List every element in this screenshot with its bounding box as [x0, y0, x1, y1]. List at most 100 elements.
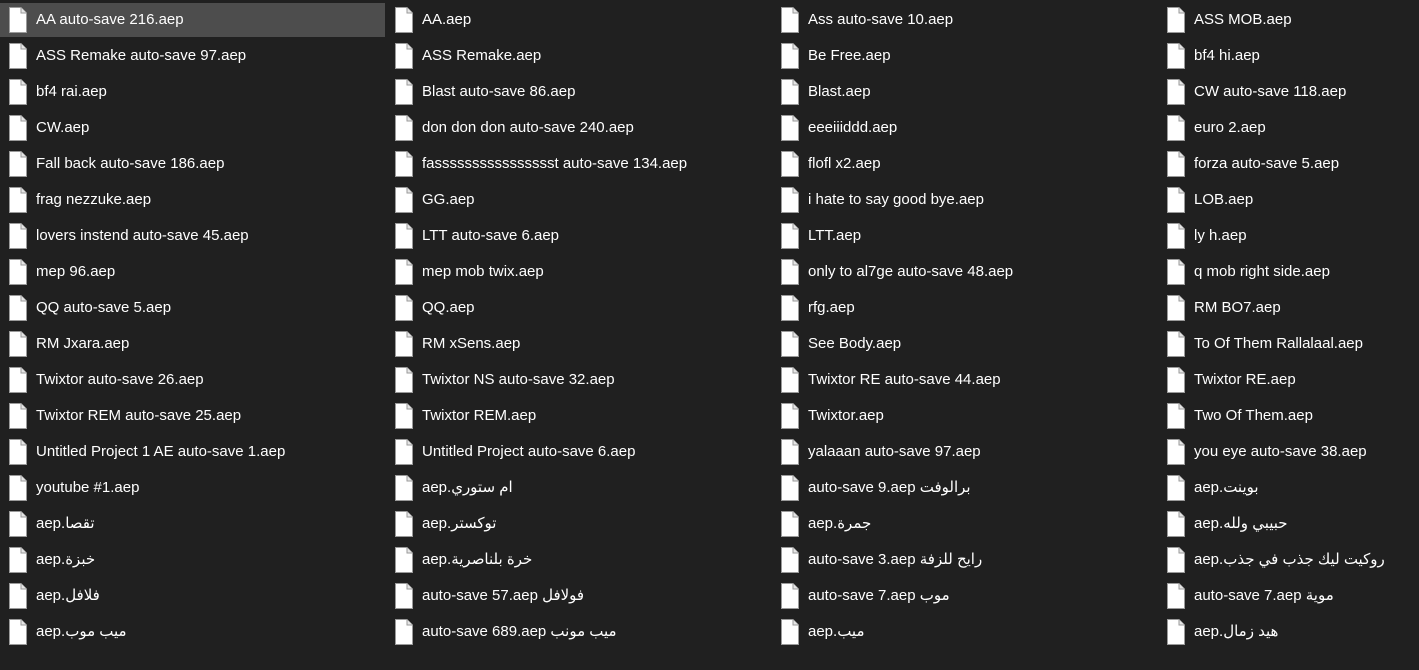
- file-item[interactable]: QQ.aep: [386, 291, 772, 325]
- file-item[interactable]: بوينت.aep: [1158, 471, 1419, 505]
- document-icon: [394, 258, 414, 286]
- file-item[interactable]: ly h.aep: [1158, 219, 1419, 253]
- file-item[interactable]: LOB.aep: [1158, 183, 1419, 217]
- file-item[interactable]: you eye auto-save 38.aep: [1158, 435, 1419, 469]
- file-item[interactable]: forza auto-save 5.aep: [1158, 147, 1419, 181]
- file-item[interactable]: Twixtor.aep: [772, 399, 1158, 433]
- document-icon: [8, 618, 28, 646]
- document-icon: [394, 78, 414, 106]
- file-item[interactable]: فولافل auto-save 57.aep: [386, 579, 772, 613]
- file-item[interactable]: توكستر.aep: [386, 507, 772, 541]
- file-item[interactable]: رايح للزفة auto-save 3.aep: [772, 543, 1158, 577]
- file-item[interactable]: fasssssssssssssssst auto-save 134.aep: [386, 147, 772, 181]
- document-icon: [8, 546, 28, 574]
- file-item[interactable]: AA.aep: [386, 3, 772, 37]
- file-name: Twixtor auto-save 26.aep: [36, 371, 204, 388]
- document-icon: [394, 6, 414, 34]
- document-icon: [8, 78, 28, 106]
- file-item[interactable]: GG.aep: [386, 183, 772, 217]
- file-item[interactable]: RM xSens.aep: [386, 327, 772, 361]
- file-item[interactable]: ميب مونب auto-save 689.aep: [386, 615, 772, 649]
- file-item[interactable]: frag nezzuke.aep: [0, 183, 386, 217]
- file-item[interactable]: برالوفت auto-save 9.aep: [772, 471, 1158, 505]
- document-icon: [8, 474, 28, 502]
- document-icon: [780, 114, 800, 142]
- file-item[interactable]: QQ auto-save 5.aep: [0, 291, 386, 325]
- file-item[interactable]: Twixtor REM auto-save 25.aep: [0, 399, 386, 433]
- file-item[interactable]: rfg.aep: [772, 291, 1158, 325]
- file-item[interactable]: don don don auto-save 240.aep: [386, 111, 772, 145]
- file-item[interactable]: موب auto-save 7.aep: [772, 579, 1158, 613]
- file-item[interactable]: Twixtor REM.aep: [386, 399, 772, 433]
- file-item[interactable]: تقصا.aep: [0, 507, 386, 541]
- file-item[interactable]: CW auto-save 118.aep: [1158, 75, 1419, 109]
- document-icon: [780, 330, 800, 358]
- file-item[interactable]: ASS Remake.aep: [386, 39, 772, 73]
- file-item[interactable]: bf4 hi.aep: [1158, 39, 1419, 73]
- file-item[interactable]: Twixtor auto-save 26.aep: [0, 363, 386, 397]
- file-name: LTT auto-save 6.aep: [422, 227, 560, 244]
- file-name: خرة بلناصرية.aep: [422, 551, 533, 568]
- document-icon: [8, 6, 28, 34]
- file-item[interactable]: خرة بلناصرية.aep: [386, 543, 772, 577]
- file-item[interactable]: See Body.aep: [772, 327, 1158, 361]
- file-item[interactable]: bf4 rai.aep: [0, 75, 386, 109]
- file-item[interactable]: فلافل.aep: [0, 579, 386, 613]
- file-item[interactable]: ASS MOB.aep: [1158, 3, 1419, 37]
- document-icon: [394, 186, 414, 214]
- file-item[interactable]: ميب.aep: [772, 615, 1158, 649]
- file-item[interactable]: Twixtor RE.aep: [1158, 363, 1419, 397]
- file-item[interactable]: موية auto-save 7.aep: [1158, 579, 1419, 613]
- document-icon: [8, 294, 28, 322]
- file-item[interactable]: Ass auto-save 10.aep: [772, 3, 1158, 37]
- file-item[interactable]: Two Of Them.aep: [1158, 399, 1419, 433]
- file-name: ميب موب.aep: [36, 623, 127, 640]
- file-name: q mob right side.aep: [1194, 263, 1330, 280]
- file-item[interactable]: i hate to say good bye.aep: [772, 183, 1158, 217]
- file-name: mep 96.aep: [36, 263, 116, 280]
- file-item[interactable]: To Of Them Rallalaal.aep: [1158, 327, 1419, 361]
- file-item[interactable]: هيد زمال.aep: [1158, 615, 1419, 649]
- file-item[interactable]: Be Free.aep: [772, 39, 1158, 73]
- file-item[interactable]: AA auto-save 216.aep: [0, 3, 385, 37]
- file-item[interactable]: روكيت ليك جذب في جذب.aep: [1158, 543, 1419, 577]
- document-icon: [8, 222, 28, 250]
- file-name: توكستر.aep: [422, 515, 497, 532]
- file-item[interactable]: Blast auto-save 86.aep: [386, 75, 772, 109]
- file-name: خبزة.aep: [36, 551, 96, 568]
- file-item[interactable]: mep mob twix.aep: [386, 255, 772, 289]
- file-item[interactable]: yalaaan auto-save 97.aep: [772, 435, 1158, 469]
- file-item[interactable]: mep 96.aep: [0, 255, 386, 289]
- file-item[interactable]: جمرة.aep: [772, 507, 1158, 541]
- file-item[interactable]: Untitled Project auto-save 6.aep: [386, 435, 772, 469]
- document-icon: [8, 186, 28, 214]
- file-item[interactable]: ASS Remake auto-save 97.aep: [0, 39, 386, 73]
- file-item[interactable]: RM Jxara.aep: [0, 327, 386, 361]
- file-item[interactable]: youtube #1.aep: [0, 471, 386, 505]
- file-item[interactable]: Untitled Project 1 AE auto-save 1.aep: [0, 435, 386, 469]
- file-item[interactable]: LTT auto-save 6.aep: [386, 219, 772, 253]
- file-item[interactable]: Blast.aep: [772, 75, 1158, 109]
- file-item[interactable]: euro 2.aep: [1158, 111, 1419, 145]
- file-item[interactable]: only to al7ge auto-save 48.aep: [772, 255, 1158, 289]
- file-item[interactable]: ميب موب.aep: [0, 615, 386, 649]
- file-item[interactable]: Twixtor NS auto-save 32.aep: [386, 363, 772, 397]
- file-item[interactable]: LTT.aep: [772, 219, 1158, 253]
- file-item[interactable]: RM BO7.aep: [1158, 291, 1419, 325]
- file-item[interactable]: flofl x2.aep: [772, 147, 1158, 181]
- document-icon: [394, 294, 414, 322]
- file-item[interactable]: حبيبي ولله.aep: [1158, 507, 1419, 541]
- document-icon: [1166, 582, 1186, 610]
- file-item[interactable]: Twixtor RE auto-save 44.aep: [772, 363, 1158, 397]
- file-item[interactable]: CW.aep: [0, 111, 386, 145]
- file-name: رايح للزفة auto-save 3.aep: [808, 551, 983, 568]
- file-item[interactable]: eeeiiiddd.aep: [772, 111, 1158, 145]
- file-item[interactable]: ام ستوري.aep: [386, 471, 772, 505]
- file-name: ميب مونب auto-save 689.aep: [422, 623, 617, 640]
- document-icon: [8, 438, 28, 466]
- file-item[interactable]: خبزة.aep: [0, 543, 386, 577]
- file-item[interactable]: Fall back auto-save 186.aep: [0, 147, 386, 181]
- file-item[interactable]: lovers instend auto-save 45.aep: [0, 219, 386, 253]
- file-name: RM Jxara.aep: [36, 335, 130, 352]
- file-item[interactable]: q mob right side.aep: [1158, 255, 1419, 289]
